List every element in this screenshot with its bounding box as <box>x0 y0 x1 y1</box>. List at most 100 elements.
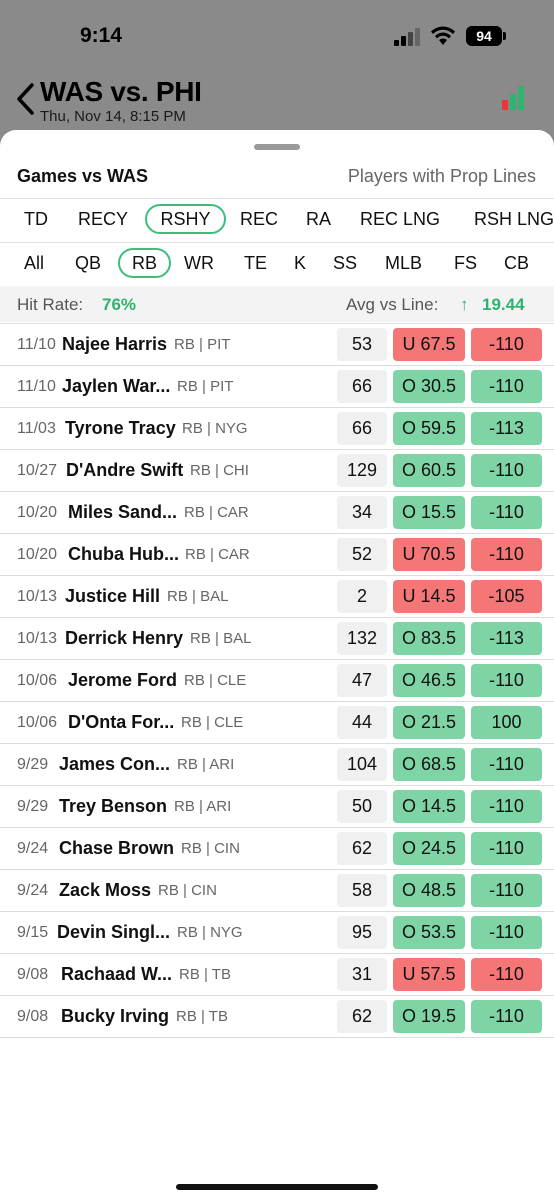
prop-line-cell[interactable]: O 30.5 <box>393 370 465 403</box>
table-row[interactable]: 10/06 Jerome Ford RB | CLE 47 O 46.5 -110 <box>0 660 554 702</box>
tab-rshy[interactable]: RSHY <box>145 204 226 234</box>
row-date: 10/20 <box>17 504 58 521</box>
prop-line-cell[interactable]: U 67.5 <box>393 328 465 361</box>
players-with-prop-lines-link[interactable]: Players with Prop Lines <box>348 166 536 187</box>
prop-line-cell[interactable]: O 46.5 <box>393 664 465 697</box>
odds-cell[interactable]: -110 <box>471 790 542 823</box>
tab-all[interactable]: All <box>14 248 54 278</box>
player-name: Trey Benson <box>59 796 168 816</box>
prop-line-cell[interactable]: O 48.5 <box>393 874 465 907</box>
table-row[interactable]: 10/13 Derrick Henry RB | BAL 132 O 83.5 -113 <box>0 618 554 660</box>
stat-value: 66 <box>337 412 387 445</box>
table-row[interactable]: 9/24 Zack Moss RB | CIN 58 O 48.5 -110 <box>0 870 554 912</box>
odds-cell[interactable]: -113 <box>471 412 542 445</box>
odds-cell[interactable]: -110 <box>471 958 542 991</box>
odds-cell[interactable]: -110 <box>471 916 542 949</box>
tab-rb[interactable]: RB <box>118 248 171 278</box>
prop-line-cell[interactable]: O 53.5 <box>393 916 465 949</box>
odds-cell[interactable]: -113 <box>471 622 542 655</box>
row-date: 10/06 <box>17 714 58 731</box>
tab-rsh-lng[interactable]: RSH LNG <box>464 204 554 234</box>
row-date: 9/29 <box>17 756 49 773</box>
prop-line-cell[interactable]: O 68.5 <box>393 748 465 781</box>
table-row[interactable]: 10/27 D'Andre Swift RB | CHI 129 O 60.5 -110 <box>0 450 554 492</box>
tab-wr[interactable]: WR <box>174 248 224 278</box>
prop-line-cell[interactable]: U 14.5 <box>393 580 465 613</box>
stat-value: 2 <box>337 580 387 613</box>
game-title: WAS vs. PHI <box>40 76 202 107</box>
sheet-grabber[interactable] <box>254 144 300 150</box>
tab-rec-lng[interactable]: REC LNG <box>350 204 450 234</box>
odds-cell[interactable]: -110 <box>471 538 542 571</box>
odds-cell[interactable]: -110 <box>471 664 542 697</box>
tab-recy[interactable]: RECY <box>68 204 138 234</box>
table-row[interactable]: 11/10 Najee Harris RB | PIT 53 U 67.5 -110 <box>0 324 554 366</box>
prop-line-cell[interactable]: O 14.5 <box>393 790 465 823</box>
hit-rate-summary: Hit Rate: 76% Avg vs Line: ↑ 19.44 <box>0 286 554 322</box>
table-row[interactable]: 9/24 Chase Brown RB | CIN 62 O 24.5 -110 <box>0 828 554 870</box>
prop-line-cell[interactable]: O 24.5 <box>393 832 465 865</box>
prop-line-cell[interactable]: O 83.5 <box>393 622 465 655</box>
player-name: D'Andre Swift <box>66 460 184 480</box>
player-name: Tyrone Tracy <box>65 418 176 438</box>
prop-line-cell[interactable]: O 15.5 <box>393 496 465 529</box>
prop-line-cell[interactable]: O 19.5 <box>393 1000 465 1033</box>
table-row[interactable]: 10/13 Justice Hill RB | BAL 2 U 14.5 -105 <box>0 576 554 618</box>
table-row[interactable]: 10/20 Chuba Hub... RB | CAR 52 U 70.5 -110 <box>0 534 554 576</box>
tab-mlb[interactable]: MLB <box>375 248 432 278</box>
tab-k[interactable]: K <box>284 248 316 278</box>
tab-ra[interactable]: RA <box>296 204 341 234</box>
table-row[interactable]: 9/29 Trey Benson RB | ARI 50 O 14.5 -110 <box>0 786 554 828</box>
table-row[interactable]: 11/03 Tyrone Tracy RB | NYG 66 O 59.5 -113 <box>0 408 554 450</box>
tab-qb[interactable]: QB <box>65 248 111 278</box>
odds-cell[interactable]: -110 <box>471 832 542 865</box>
battery-icon: 94 <box>466 26 502 46</box>
tab-td[interactable]: TD <box>14 204 58 234</box>
stat-value: 62 <box>337 832 387 865</box>
tab-ss[interactable]: SS <box>323 248 367 278</box>
player-name: Rachaad W... <box>61 964 173 984</box>
tab-fs[interactable]: FS <box>444 248 487 278</box>
stat-value: 44 <box>337 706 387 739</box>
row-date: 9/29 <box>17 798 49 815</box>
tab-cb[interactable]: CB <box>494 248 539 278</box>
up-arrow-icon: ↑ <box>460 295 469 314</box>
tab-rec[interactable]: REC <box>230 204 288 234</box>
table-row[interactable]: 9/29 James Con... RB | ARI 104 O 68.5 -110 <box>0 744 554 786</box>
hit-rate-value: 76% <box>102 295 137 314</box>
table-row[interactable]: 9/15 Devin Singl... RB | NYG 95 O 53.5 -110 <box>0 912 554 954</box>
stat-value: 47 <box>337 664 387 697</box>
table-row[interactable]: 10/20 Miles Sand... RB | CAR 34 O 15.5 -110 <box>0 492 554 534</box>
table-row[interactable]: 11/10 Jaylen War... RB | PIT 66 O 30.5 -110 <box>0 366 554 408</box>
odds-cell[interactable]: -110 <box>471 370 542 403</box>
row-date: 9/24 <box>17 882 49 899</box>
stat-value: 52 <box>337 538 387 571</box>
player-position-team: RB | PIT <box>174 336 231 353</box>
odds-cell[interactable]: -110 <box>471 748 542 781</box>
player-position-team: RB | CIN <box>181 840 240 857</box>
table-row[interactable]: 9/08 Rachaad W... RB | TB 31 U 57.5 -110 <box>0 954 554 996</box>
prop-line-cell[interactable]: O 60.5 <box>393 454 465 487</box>
status-bar: 9:14 94 <box>0 0 554 70</box>
table-row[interactable]: 10/06 D'Onta For... RB | CLE 44 O 21.5 100 <box>0 702 554 744</box>
odds-cell[interactable]: -110 <box>471 874 542 907</box>
back-chevron-icon[interactable] <box>14 82 38 116</box>
table-row[interactable]: 9/08 Bucky Irving RB | TB 62 O 19.5 -110 <box>0 996 554 1038</box>
odds-cell[interactable]: -110 <box>471 454 542 487</box>
odds-cell[interactable]: 100 <box>471 706 542 739</box>
home-indicator[interactable] <box>176 1184 378 1190</box>
odds-cell[interactable]: -110 <box>471 1000 542 1033</box>
prop-line-cell[interactable]: U 70.5 <box>393 538 465 571</box>
odds-cell[interactable]: -110 <box>471 496 542 529</box>
player-position-team: RB | TB <box>176 1008 228 1025</box>
player-name: James Con... <box>59 754 171 774</box>
player-name: Jaylen War... <box>62 376 171 396</box>
prop-line-cell[interactable]: U 57.5 <box>393 958 465 991</box>
row-date: 10/06 <box>17 672 58 689</box>
odds-cell[interactable]: -110 <box>471 328 542 361</box>
bar-chart-icon[interactable] <box>500 82 530 110</box>
prop-line-cell[interactable]: O 59.5 <box>393 412 465 445</box>
tab-te[interactable]: TE <box>234 248 277 278</box>
odds-cell[interactable]: -105 <box>471 580 542 613</box>
prop-line-cell[interactable]: O 21.5 <box>393 706 465 739</box>
